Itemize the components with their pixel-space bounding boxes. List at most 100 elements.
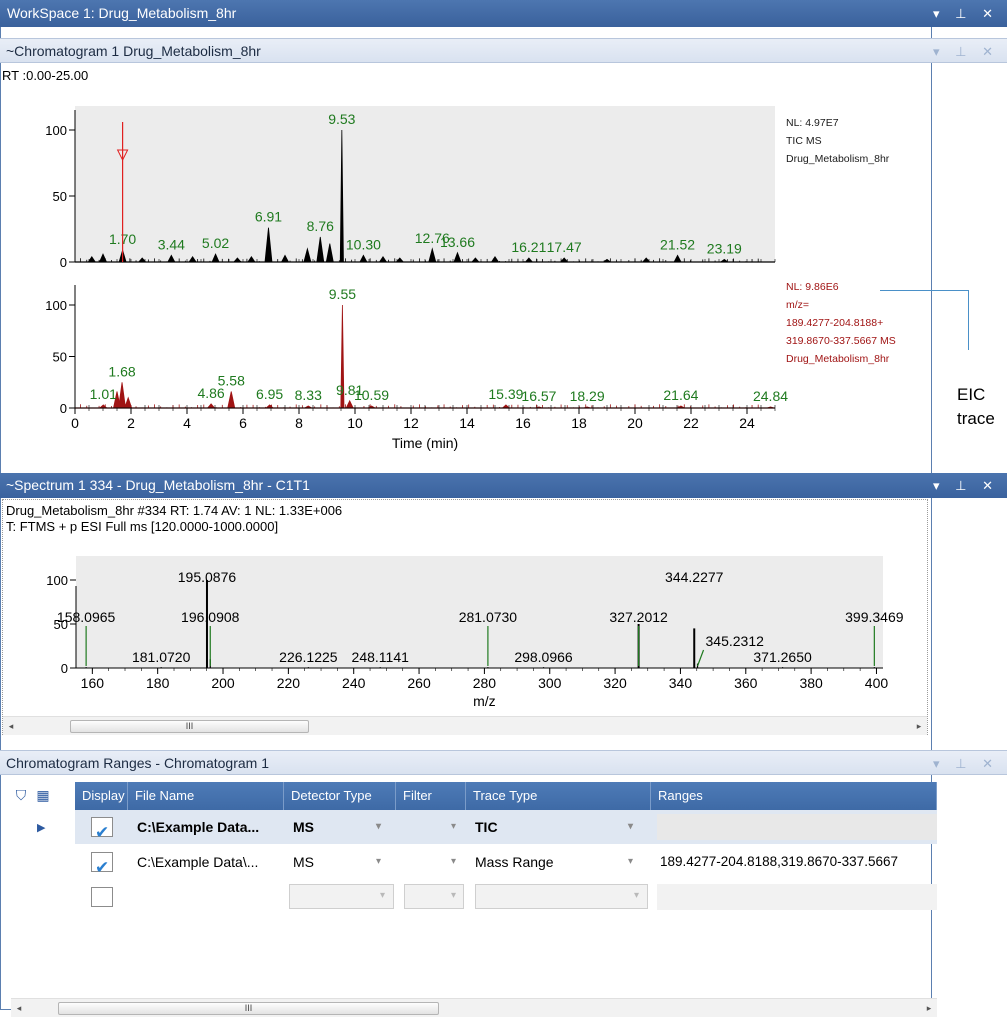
dropdown-arrow-icon[interactable]: ▾ xyxy=(380,890,385,901)
x-tick-label: 22 xyxy=(683,415,699,431)
detector-type-select[interactable]: ▾ xyxy=(289,884,394,909)
x-tick-label: 380 xyxy=(799,675,823,691)
display-cell[interactable] xyxy=(75,880,128,914)
y-tick-label: 0 xyxy=(60,401,67,416)
scrollbar-thumb[interactable]: III xyxy=(58,1002,439,1015)
annotation-line-1: EIC xyxy=(957,385,986,404)
table-row[interactable]: ▶ ✔ C:\Example Data... MS ▾ ▾ TIC ▾ xyxy=(11,810,937,844)
dropdown-arrow-icon[interactable]: ▾ xyxy=(376,810,381,844)
ranges-pane-controls[interactable]: ▾ ⊥ ✕ xyxy=(933,751,999,776)
scroll-right-arrow-icon[interactable]: ▸ xyxy=(921,999,937,1017)
spectrum-peak-label: 181.0720 xyxy=(132,649,191,665)
column-header-file-name[interactable]: File Name xyxy=(128,782,284,810)
file-name-cell[interactable]: C:\Example Data... xyxy=(128,810,284,844)
chromatogram-peak xyxy=(118,382,126,409)
trace-info-label: Drug_Metabolism_8hr xyxy=(786,153,890,165)
x-tick-label: 200 xyxy=(211,675,235,691)
filter-cell[interactable]: ▾ xyxy=(396,845,466,879)
trace-info-label: m/z= xyxy=(786,299,809,311)
spectrum-peak-label: 195.0876 xyxy=(178,569,237,585)
trace-type-cell[interactable]: TIC ▾ xyxy=(466,810,651,844)
ranges-input[interactable] xyxy=(657,814,937,840)
trace-type-select[interactable]: ▾ xyxy=(475,884,648,909)
y-tick-label: 100 xyxy=(45,123,67,138)
column-header-ranges[interactable]: Ranges xyxy=(651,782,937,810)
x-tick-label: 16 xyxy=(515,415,531,431)
spectrum-peak-label: 226.1225 xyxy=(279,649,338,665)
x-tick-label: 10 xyxy=(347,415,363,431)
spectrum-pane[interactable]: Drug_Metabolism_8hr #334 RT: 1.74 AV: 1 … xyxy=(2,499,928,735)
x-tick-label: 260 xyxy=(407,675,431,691)
ranges-input[interactable] xyxy=(657,884,937,910)
scroll-left-arrow-icon[interactable]: ◂ xyxy=(11,999,27,1017)
spectrum-pane-controls[interactable]: ▾ ⊥ ✕ xyxy=(933,473,999,498)
display-cell[interactable]: ✔ xyxy=(75,810,128,844)
spectrum-peak-label: 344.2277 xyxy=(665,569,724,585)
y-tick-label: 100 xyxy=(45,298,67,313)
column-header-trace-type[interactable]: Trace Type xyxy=(466,782,651,810)
display-cell[interactable]: ✔ xyxy=(75,845,128,879)
file-name-cell[interactable]: C:\Example Data\... xyxy=(128,845,284,879)
peak-label: 21.64 xyxy=(663,387,698,403)
column-header-display[interactable]: Display xyxy=(75,782,128,810)
display-checkbox[interactable]: ✔ xyxy=(91,852,113,877)
peak-label: 8.76 xyxy=(307,218,334,234)
y-tick-label: 50 xyxy=(53,189,67,204)
checkmark-icon: ✔ xyxy=(95,823,110,842)
peak-label: 15.39 xyxy=(488,386,523,402)
chromatogram-peak xyxy=(345,399,354,409)
table-row[interactable]: ✔ C:\Example Data\... MS ▾ ▾ Mass Range … xyxy=(11,845,937,879)
display-checkbox[interactable] xyxy=(91,887,113,907)
peak-label: 10.59 xyxy=(354,387,389,403)
spectrum-peak-label: 298.0966 xyxy=(514,649,573,665)
column-header-detector-type[interactable]: Detector Type xyxy=(284,782,396,810)
filter-select[interactable]: ▾ xyxy=(404,884,464,909)
ranges-horizontal-scrollbar[interactable]: ◂ III ▸ xyxy=(11,998,937,1017)
spectrum-horizontal-scrollbar[interactable]: ◂ III ▸ xyxy=(3,716,927,735)
table-row-new[interactable]: ▾ ▾ ▾ xyxy=(11,880,937,914)
y-tick-label: 100 xyxy=(46,573,68,588)
chromatogram-pane-controls[interactable]: ▾ ⊥ ✕ xyxy=(933,39,999,64)
scrollbar-thumb[interactable]: III xyxy=(70,720,309,733)
detector-type-cell[interactable]: MS ▾ xyxy=(284,845,396,879)
chromatogram-plot[interactable]: 0501001.70 3.44 5.026.918.769.5310.30 12.76… xyxy=(2,64,928,470)
peak-label: 3.44 xyxy=(158,236,185,252)
detector-type-value: MS xyxy=(293,854,314,870)
dropdown-arrow-icon[interactable]: ▾ xyxy=(451,810,456,844)
filter-cell[interactable]: ▾ xyxy=(396,810,466,844)
trace-info-label: NL: 9.86E6 xyxy=(786,281,839,293)
filter-funnel-icon[interactable]: ⛉ xyxy=(11,785,31,805)
scroll-left-arrow-icon[interactable]: ◂ xyxy=(3,717,19,735)
x-tick-label: 160 xyxy=(81,675,105,691)
workspace-title-bar[interactable]: WorkSpace 1: Drug_Metabolism_8hr ▾ ⊥ ✕ xyxy=(0,0,1007,27)
spectrum-plot[interactable]: 050100160 180 200 220 240 260 280 300 320 340 360 3… xyxy=(3,500,927,715)
x-tick-label: 400 xyxy=(865,675,889,691)
checkmark-icon: ✔ xyxy=(95,858,110,877)
grid-options-icon[interactable]: ▦ xyxy=(33,785,53,805)
ranges-cell[interactable]: 189.4277-204.8188,319.8670-337.5667 xyxy=(651,845,937,879)
display-checkbox[interactable]: ✔ xyxy=(91,817,113,842)
spectrum-peak-label: 158.0965 xyxy=(57,609,116,625)
x-tick-label: 20 xyxy=(627,415,643,431)
scroll-right-arrow-icon[interactable]: ▸ xyxy=(911,717,927,735)
spectrum-pane-title-bar[interactable]: ~Spectrum 1 334 - Drug_Metabolism_8hr - … xyxy=(0,473,1007,498)
peak-label: 6.95 xyxy=(256,386,283,402)
detector-type-cell[interactable]: MS ▾ xyxy=(284,810,396,844)
x-tick-label: 240 xyxy=(342,675,366,691)
dropdown-arrow-icon[interactable]: ▾ xyxy=(634,890,639,901)
dropdown-arrow-icon[interactable]: ▾ xyxy=(376,845,381,879)
dropdown-arrow-icon[interactable]: ▾ xyxy=(628,845,633,879)
x-tick-label: 6 xyxy=(239,415,247,431)
chromatogram-pane-title-bar[interactable]: ~Chromatogram 1 Drug_Metabolism_8hr ▾ ⊥ … xyxy=(0,38,1007,63)
peak-label: 9.55 xyxy=(329,286,356,302)
ranges-cell[interactable] xyxy=(651,810,937,844)
workspace-window-controls[interactable]: ▾ ⊥ ✕ xyxy=(933,0,999,27)
dropdown-arrow-icon[interactable]: ▾ xyxy=(451,845,456,879)
trace-type-cell[interactable]: Mass Range ▾ xyxy=(466,845,651,879)
dropdown-arrow-icon[interactable]: ▾ xyxy=(451,890,456,901)
column-header-filter[interactable]: Filter xyxy=(396,782,466,810)
peak-label: 17.47 xyxy=(547,239,582,255)
dropdown-arrow-icon[interactable]: ▾ xyxy=(628,810,633,844)
ranges-pane-title-bar[interactable]: Chromatogram Ranges - Chromatogram 1 ▾ ⊥… xyxy=(0,750,1007,775)
chromatogram-pane[interactable]: RT :0.00-25.00 0 50 100 1.70 3.44 5.02 6.91 8.7… xyxy=(2,64,928,470)
